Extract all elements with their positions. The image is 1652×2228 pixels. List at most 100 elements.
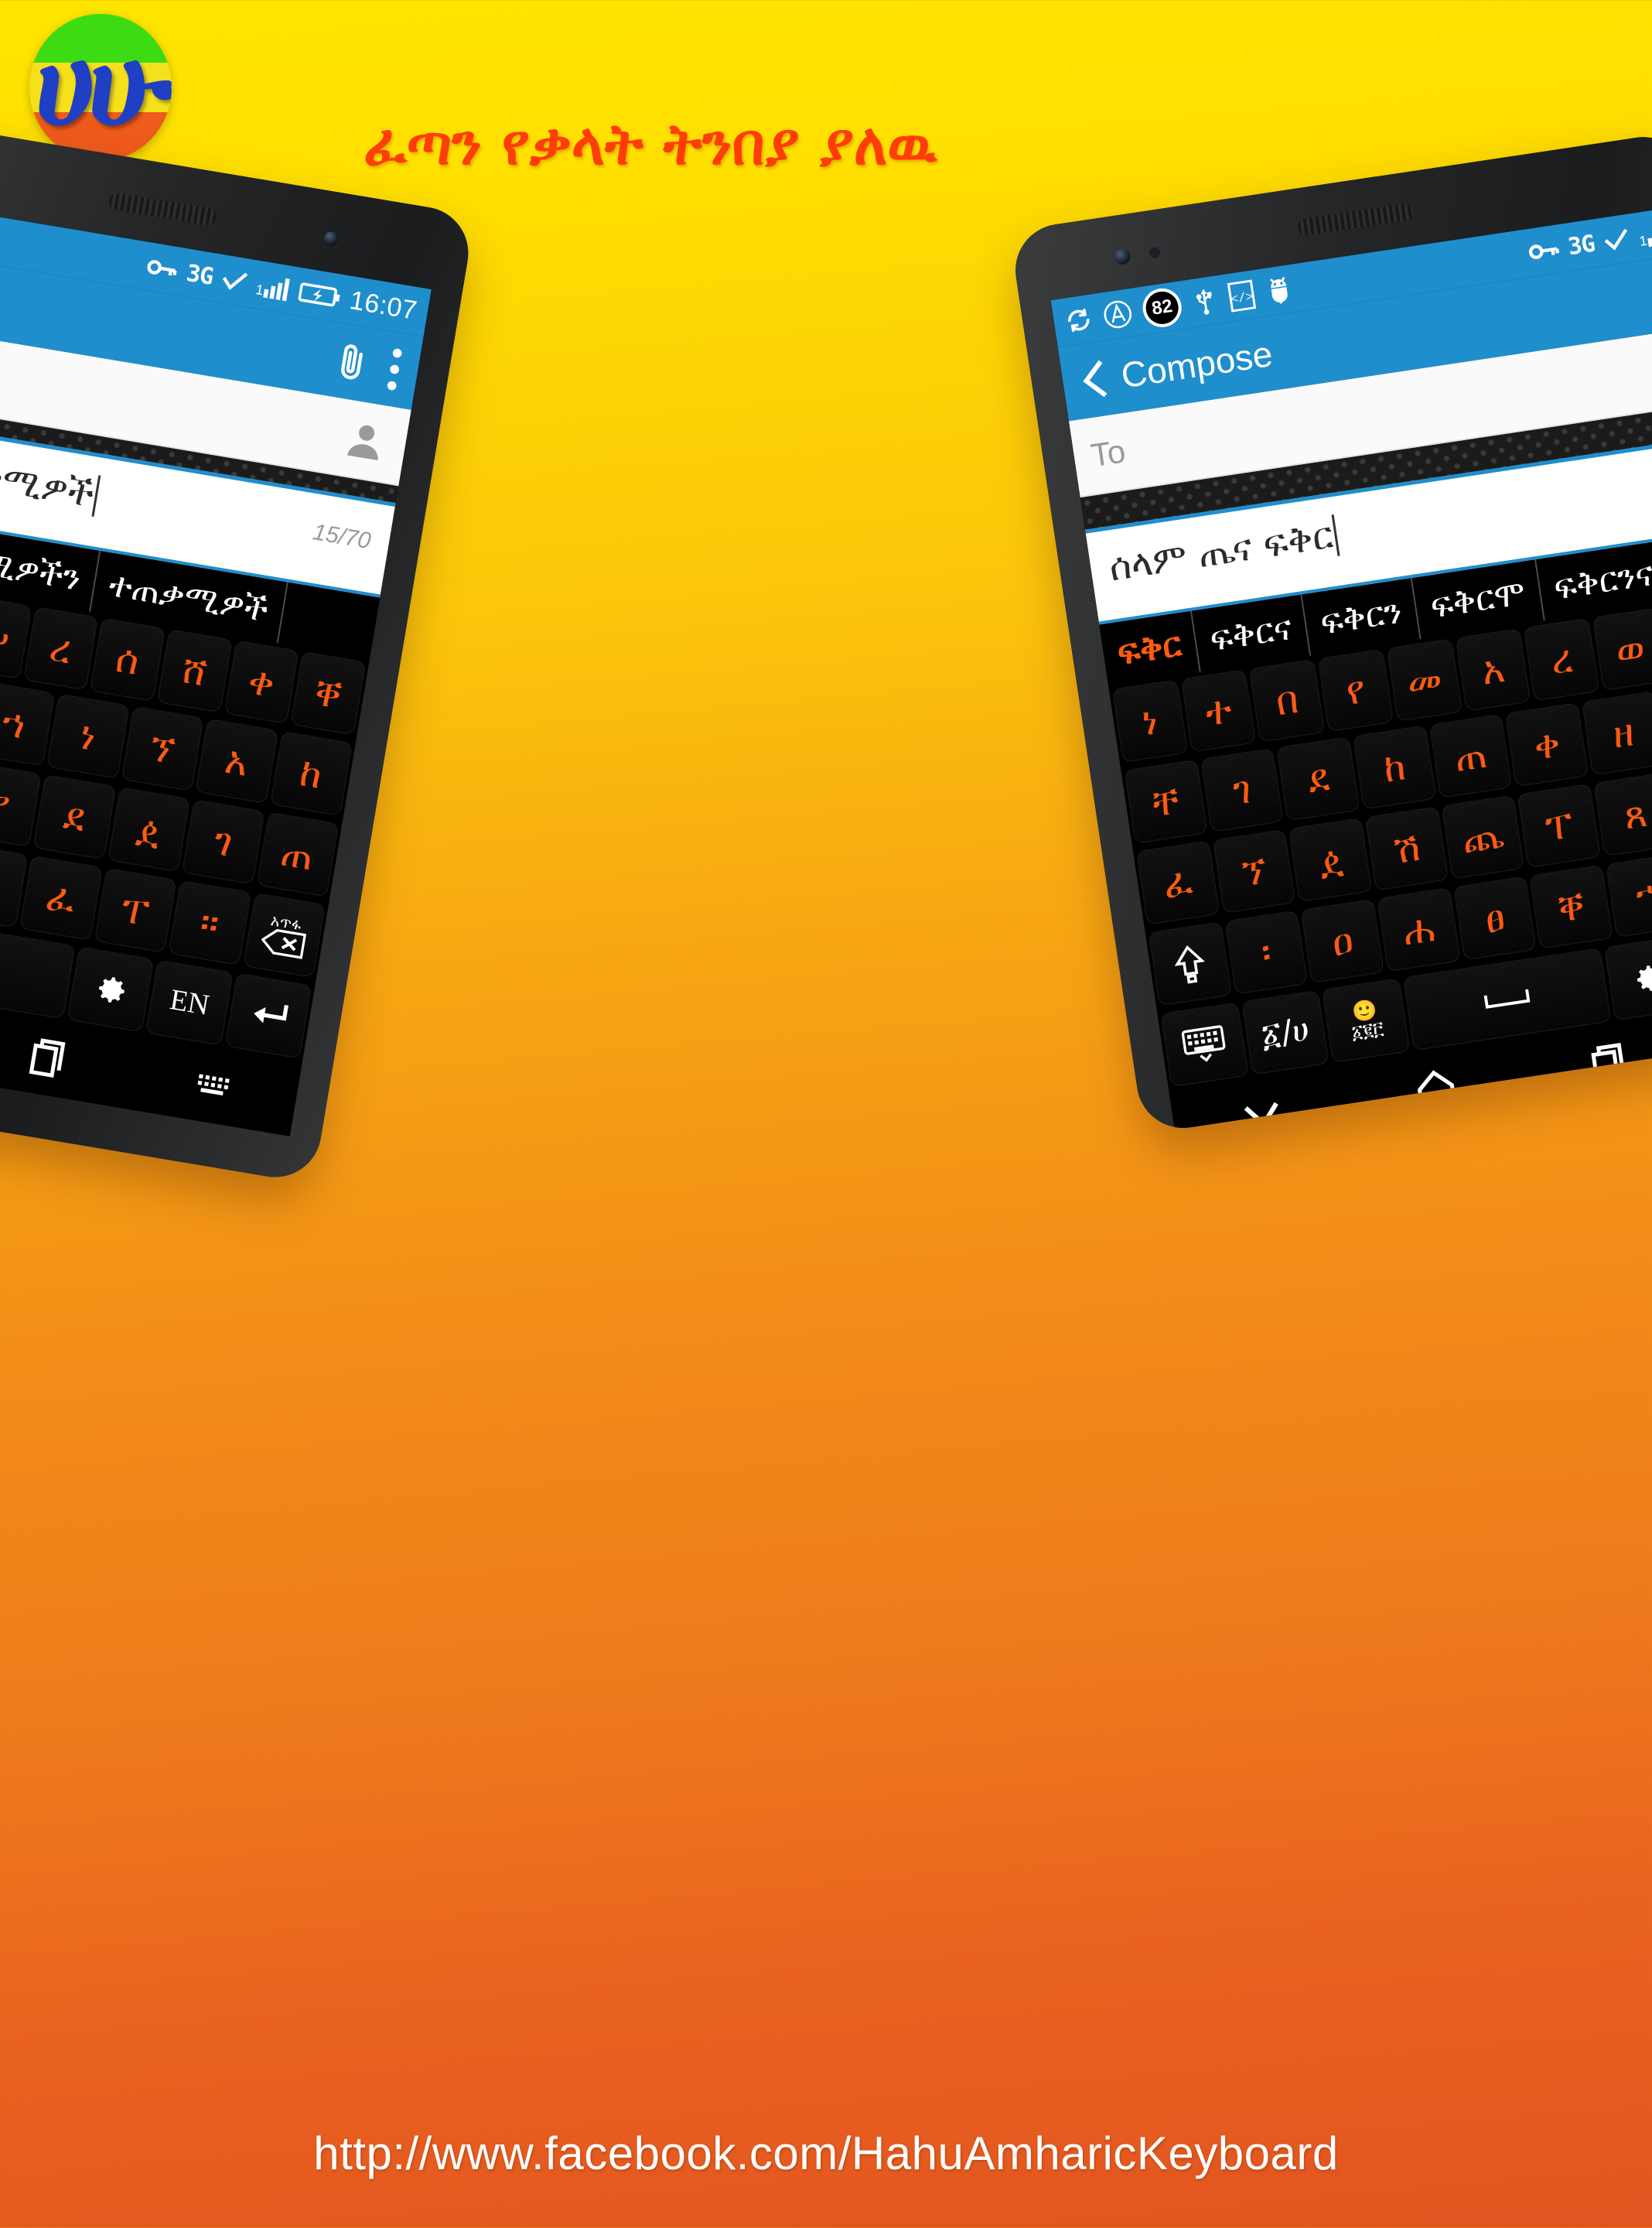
key-ze[interactable]: ዘ	[1581, 691, 1652, 776]
usb-icon	[1190, 285, 1220, 317]
back-chevron-icon[interactable]	[1238, 1096, 1285, 1133]
settings-gear-icon[interactable]	[1604, 935, 1652, 1021]
footer-url[interactable]: http://www.facebook.com/HahuAmharicKeybo…	[0, 2127, 1652, 2180]
svg-text:</>: </>	[1230, 290, 1254, 307]
recents-icon[interactable]	[24, 1036, 70, 1081]
key-che[interactable]: ቸ	[1124, 759, 1208, 844]
vpn-key-icon	[145, 256, 179, 281]
three-g-icon: 3G	[184, 259, 215, 291]
phone-screen-left: 86 </> 3G	[0, 176, 432, 1136]
key-dde[interactable]: ዸ	[107, 787, 190, 873]
key-be[interactable]: በ	[1249, 658, 1326, 743]
back-arrow-icon[interactable]	[1077, 356, 1114, 403]
battery-saver-badge-icon: 82	[1140, 285, 1185, 330]
key-a[interactable]: አ	[1455, 628, 1531, 712]
settings-gear-icon[interactable]	[67, 946, 155, 1033]
space-icon	[1483, 989, 1531, 1009]
enter-icon	[254, 1004, 288, 1023]
recents-icon[interactable]	[1585, 1041, 1630, 1085]
key-ge[interactable]: ገ	[1200, 747, 1284, 832]
key-qhe[interactable]: ቐ	[1529, 864, 1613, 949]
emoji-key-numerals: ፩፪፫	[1350, 1017, 1385, 1044]
backspace-key[interactable]: አጥፋ	[242, 892, 326, 978]
key-chhe[interactable]: ጨ	[1441, 794, 1525, 880]
keyboard-indicator-icon	[193, 1069, 234, 1102]
key-nye[interactable]: ኘ	[121, 706, 204, 791]
key-pe[interactable]: ፐ	[94, 867, 177, 953]
signal-bars-icon: 1	[254, 272, 292, 303]
check-icon	[220, 268, 250, 293]
key-fullstop[interactable]: ።	[168, 880, 251, 965]
key-qe[interactable]: ቀ	[224, 640, 299, 724]
key-ge[interactable]: ገ	[182, 799, 265, 885]
page-title: Compose	[1118, 333, 1275, 396]
key-tse[interactable]: ጸ	[1593, 772, 1652, 857]
key-re[interactable]: ረ	[1524, 617, 1600, 702]
hide-keyboard-icon[interactable]	[1160, 1002, 1249, 1088]
signal-bars-icon: 1	[1637, 218, 1652, 249]
key-fe[interactable]: ፈ	[19, 855, 103, 941]
key-me[interactable]: መ	[1386, 638, 1463, 722]
key-nye[interactable]: ኘ	[1212, 829, 1296, 914]
status-clock: 16:07	[347, 285, 420, 326]
enter-key[interactable]	[224, 972, 312, 1059]
home-icon[interactable]	[1413, 1067, 1459, 1111]
check-icon	[1602, 227, 1631, 253]
svg-text:1: 1	[1638, 233, 1648, 249]
key-de[interactable]: ደ	[1276, 736, 1360, 822]
key-dde[interactable]: ዸ	[1288, 818, 1373, 903]
attachment-icon[interactable]	[332, 340, 372, 385]
vpn-key-icon	[1527, 238, 1560, 263]
key-colon[interactable]: ፡	[1224, 910, 1309, 995]
three-g-icon: 3G	[1566, 230, 1596, 261]
key-hha[interactable]: ሐ	[1377, 887, 1461, 972]
key-re[interactable]: ረ	[22, 607, 99, 691]
poster-canvas: ሀሁ ፈጣን የቃላት ትንበያ ያለዉ 86 </>	[0, 0, 1652, 2228]
key-te[interactable]: ተ	[1180, 669, 1257, 753]
battery-charging-icon	[298, 280, 343, 310]
key-se[interactable]: ሰ	[90, 617, 166, 702]
developer-code-icon: </>	[1227, 279, 1257, 313]
key-ne[interactable]: ነ	[1111, 679, 1188, 763]
key-de[interactable]: ደ	[32, 774, 116, 860]
keyboard-edit-text[interactable]: ሰላም ጤና ፍቅር	[1107, 514, 1336, 590]
key-ne[interactable]: ነ	[46, 693, 130, 779]
keyboard-right: ሰላም ጤና ፍቅር 10/70 ፍቅር ፍቅርና ፍቅርን ፍቅርሞ ፍቅርን…	[1084, 426, 1652, 1135]
key-ke[interactable]: ከ	[269, 730, 353, 816]
key-qhe[interactable]: ቐ	[290, 651, 367, 736]
logo-glyph: ሀሁ	[35, 17, 172, 152]
key-ae[interactable]: ዐ	[1300, 898, 1384, 983]
phone-right: 82 </> 3G 1 Compose To ሰላም ጤና ፍቅር ፍቅር ፍቅ…	[1009, 130, 1652, 1135]
overflow-menu-icon[interactable]	[384, 347, 404, 393]
key-qe[interactable]: ቀ	[1505, 702, 1589, 788]
key-tsa[interactable]: ፀ	[1453, 876, 1537, 961]
key-she[interactable]: ሽ	[1364, 806, 1449, 891]
phone-left: 86 </> 3G	[0, 112, 476, 1184]
key-xe[interactable]: ኀ	[1606, 853, 1652, 938]
key-xe[interactable]: ኀ	[0, 681, 56, 767]
numeric-toggle-key[interactable]: ፩/ሀ	[1241, 989, 1329, 1075]
character-counter: 15/70	[311, 518, 373, 554]
key-we[interactable]: ወ	[1592, 607, 1652, 692]
emoji-key[interactable]: 🙂 ፩፪፫	[1322, 978, 1411, 1063]
language-key[interactable]: EN	[145, 959, 234, 1046]
android-debug-icon	[1263, 273, 1295, 308]
key-tthe[interactable]: ጠ	[256, 812, 340, 897]
key-ye[interactable]: የ	[1317, 648, 1394, 733]
to-input[interactable]: To	[1088, 432, 1128, 474]
sync-icon	[1063, 305, 1094, 337]
key-ke[interactable]: ከ	[1353, 725, 1436, 810]
app-logo-icon	[1101, 298, 1135, 331]
language-label: EN	[167, 983, 212, 1022]
key-a[interactable]: አ	[195, 718, 278, 804]
key-fe[interactable]: ፈ	[1136, 840, 1220, 925]
key-she[interactable]: ሸ	[156, 629, 233, 713]
key-tthe[interactable]: ጠ	[1428, 713, 1513, 798]
svg-text:1: 1	[255, 282, 265, 298]
app-logo: ሀሁ	[29, 14, 172, 161]
shift-icon[interactable]	[1148, 921, 1232, 1006]
key-pe[interactable]: ፐ	[1517, 783, 1601, 868]
headline-text: ፈጣን የቃላት ትንበያ ያለዉ	[364, 111, 937, 178]
contact-picker-icon[interactable]	[339, 414, 392, 467]
numeric-toggle-label: ፩/ሀ	[1258, 1010, 1312, 1054]
